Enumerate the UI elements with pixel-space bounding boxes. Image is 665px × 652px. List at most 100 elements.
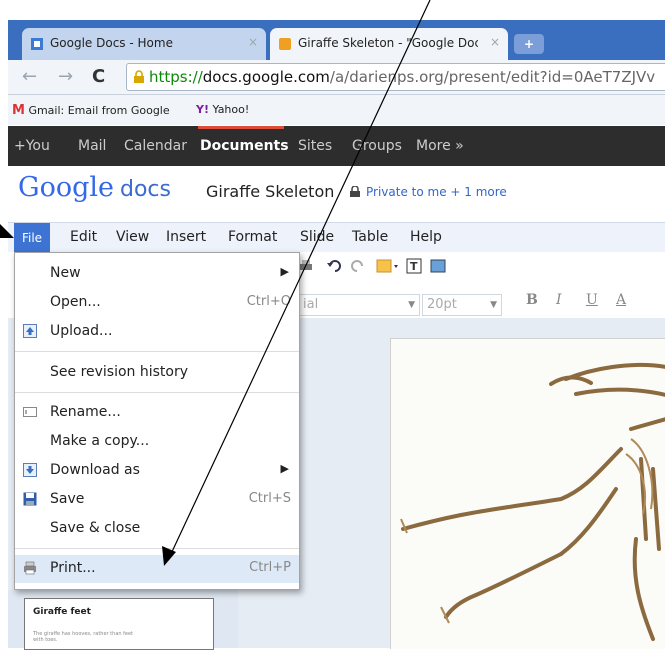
slide-canvas[interactable]	[390, 338, 665, 649]
menu-bar: File Edit View Insert Format Slide Table…	[8, 222, 665, 254]
docs-header: Google docs Giraffe Skeleton Private to m…	[8, 166, 665, 222]
print-icon	[24, 561, 36, 575]
menu-item-label: Download as	[50, 462, 140, 478]
file-menu-rename[interactable]: Rename...	[15, 399, 299, 425]
chevron-down-icon: ▼	[490, 300, 497, 310]
menu-item-label: See revision history	[50, 364, 189, 380]
font-value: ial	[303, 297, 319, 312]
tab-giraffe-skeleton[interactable]: Giraffe Skeleton - "Google Doc ×	[270, 28, 508, 60]
gmail-icon: M	[12, 103, 25, 118]
menu-edit[interactable]: Edit	[70, 229, 97, 245]
redo-icon[interactable]	[350, 258, 366, 274]
undo-icon[interactable]	[326, 258, 342, 274]
shortcut-label: Ctrl+O	[246, 294, 291, 309]
menu-item-label: New	[50, 265, 81, 281]
lock-icon	[134, 70, 144, 83]
bookmark-label: Yahoo!	[212, 103, 250, 116]
menu-table[interactable]: Table	[352, 229, 388, 245]
gbar-more[interactable]: More »	[416, 138, 464, 154]
gbar-you[interactable]: +You	[14, 138, 50, 154]
yahoo-icon: Y!	[196, 103, 209, 116]
menu-item-label: Save & close	[50, 520, 141, 536]
text-color-button[interactable]: A	[616, 292, 626, 308]
privacy-label: Private to me + 1 more	[366, 185, 507, 199]
thumbnail-title: Giraffe feet	[33, 607, 91, 617]
back-icon[interactable]: ←	[22, 66, 37, 87]
reload-icon[interactable]: C	[92, 66, 105, 87]
shortcut-label: Ctrl+S	[248, 491, 291, 506]
sharing-status[interactable]: Private to me + 1 more	[350, 185, 507, 199]
browser-tab-strip: Google Docs - Home × Giraffe Skeleton - …	[8, 20, 665, 60]
logo-text: Google	[18, 172, 114, 203]
address-bar[interactable]: https://docs.google.com/a/darienps.org/p…	[126, 63, 665, 91]
insert-image-icon[interactable]	[376, 258, 400, 274]
gbar-groups[interactable]: Groups	[352, 138, 402, 154]
bold-button[interactable]: B	[526, 292, 538, 308]
svg-text:T: T	[410, 260, 418, 273]
rename-icon	[23, 407, 37, 417]
menu-file[interactable]: File	[14, 223, 50, 253]
menu-item-label: Upload...	[50, 323, 113, 339]
thumbnail-body: The giraffe has hooves, rather than feet…	[33, 631, 134, 643]
close-tab-icon[interactable]: ×	[248, 35, 258, 49]
file-menu-save[interactable]: Save Ctrl+S	[15, 486, 299, 512]
lock-icon	[350, 185, 360, 197]
navigation-bar: ← → C https://docs.google.com/a/darienps…	[8, 60, 665, 95]
tab-label: Google Docs - Home	[50, 36, 173, 50]
submenu-arrow-icon: ▶	[280, 265, 289, 278]
submenu-arrow-icon: ▶	[280, 462, 289, 475]
close-tab-icon[interactable]: ×	[490, 35, 500, 49]
gbar-calendar[interactable]: Calendar	[124, 138, 187, 154]
bookmark-gmail[interactable]: M Gmail: Email from Google	[12, 103, 170, 118]
upload-icon	[23, 324, 37, 338]
presentation-favicon-icon	[279, 38, 291, 50]
gbar-documents[interactable]: Documents	[200, 138, 289, 154]
text-box-icon[interactable]: T	[406, 258, 422, 274]
menu-insert[interactable]: Insert	[166, 229, 206, 245]
shortcut-label: Ctrl+P	[249, 560, 291, 575]
font-size-select[interactable]: 20pt ▼	[422, 294, 502, 316]
menu-item-label: Rename...	[50, 404, 121, 420]
file-menu-save-close[interactable]: Save & close	[15, 515, 299, 541]
menu-item-label: Save	[50, 491, 85, 507]
file-menu-open[interactable]: Open... Ctrl+O	[15, 289, 299, 315]
tab-label: Giraffe Skeleton - "Google Doc	[298, 36, 478, 50]
menu-separator	[15, 548, 299, 549]
file-menu-print[interactable]: Print... Ctrl+P	[15, 555, 299, 583]
google-docs-logo[interactable]: Google docs	[18, 172, 171, 203]
gbar-sites[interactable]: Sites	[298, 138, 332, 154]
file-menu-new[interactable]: New ▶	[15, 260, 299, 286]
menu-separator	[15, 351, 299, 352]
underline-button[interactable]: U	[586, 292, 598, 308]
slide-thumbnail[interactable]: Giraffe feet The giraffe has hooves, rat…	[24, 598, 214, 650]
file-menu-make-copy[interactable]: Make a copy...	[15, 428, 299, 454]
save-icon	[23, 492, 37, 506]
google-bar: +You Mail Calendar Documents Sites Group…	[8, 126, 665, 166]
document-title[interactable]: Giraffe Skeleton	[206, 182, 334, 201]
menu-separator	[15, 392, 299, 393]
new-tab-button[interactable]: +	[514, 34, 544, 54]
menu-view[interactable]: View	[116, 229, 149, 245]
file-menu-upload[interactable]: Upload...	[15, 318, 299, 344]
file-menu-revision-history[interactable]: See revision history	[15, 359, 299, 385]
bookmark-label: Gmail: Email from Google	[28, 104, 170, 117]
file-menu-download-as[interactable]: Download as ▶	[15, 457, 299, 483]
download-icon	[23, 463, 37, 477]
giraffe-skeleton-image	[400, 362, 665, 641]
chevron-down-icon: ▼	[408, 300, 415, 310]
print-icon[interactable]	[298, 258, 314, 274]
italic-button[interactable]: I	[556, 292, 562, 308]
forward-icon[interactable]: →	[58, 66, 73, 87]
menu-format[interactable]: Format	[228, 229, 277, 245]
font-size-value: 20pt	[427, 297, 457, 312]
menu-slide[interactable]: Slide	[300, 229, 334, 245]
google-docs-favicon-icon	[31, 38, 43, 50]
menu-help[interactable]: Help	[410, 229, 442, 245]
image-icon[interactable]	[430, 258, 446, 274]
active-indicator	[198, 126, 284, 129]
font-family-select[interactable]: ial ▼	[298, 294, 420, 316]
bookmark-yahoo[interactable]: Y! Yahoo!	[196, 103, 249, 116]
tab-google-docs-home[interactable]: Google Docs - Home ×	[22, 28, 266, 60]
gbar-mail[interactable]: Mail	[78, 138, 106, 154]
menu-item-label: Open...	[50, 294, 101, 310]
